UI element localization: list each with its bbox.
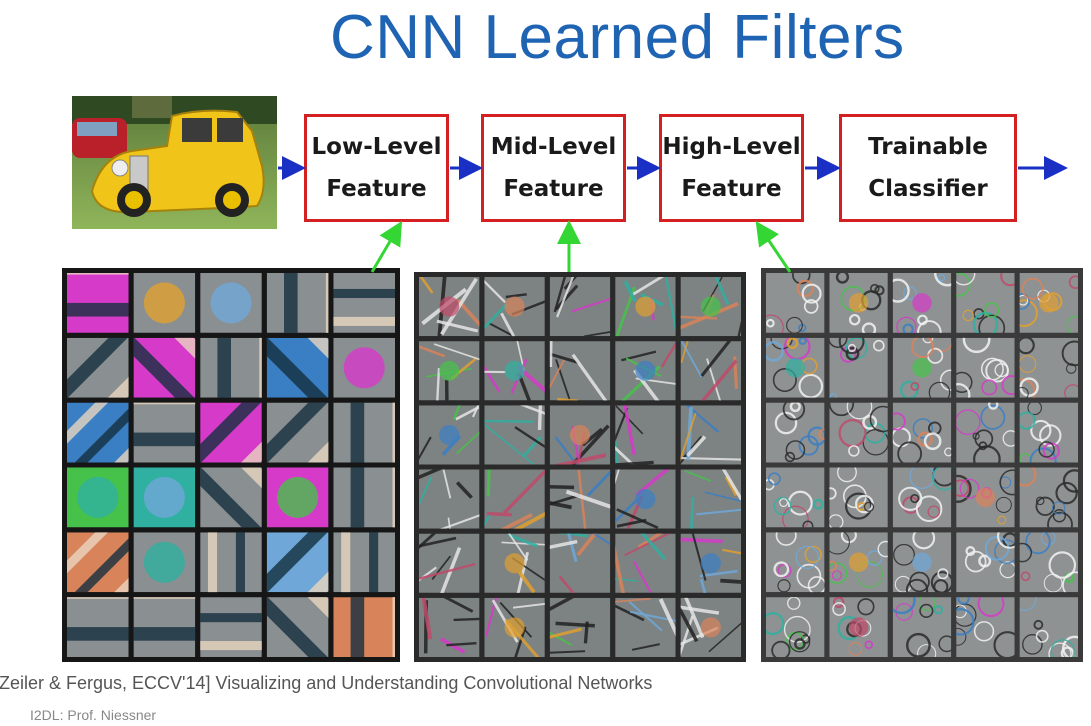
box-label: Low-Level (311, 134, 442, 160)
filter-tile (1019, 337, 1079, 398)
filter-tile (1019, 467, 1079, 528)
filter-tile (956, 402, 1015, 463)
filter-tile (419, 597, 480, 657)
filter-tile (67, 467, 129, 528)
filter-tile (200, 273, 262, 333)
filter-tile (333, 337, 395, 398)
box-label: Classifier (868, 176, 988, 202)
filter-tile (892, 532, 952, 593)
filter-tile (956, 273, 1015, 333)
high-level-filter-grid (761, 268, 1083, 662)
filter-tile (956, 337, 1015, 398)
filter-tile (766, 273, 825, 333)
box-label: Feature (326, 176, 427, 202)
filter-tile (766, 467, 825, 528)
filter-tile (419, 469, 480, 529)
page-title: CNN Learned Filters (330, 3, 905, 72)
filter-tile (1019, 532, 1079, 593)
filter-tile (829, 597, 888, 657)
box-label: High-Level (662, 134, 801, 160)
box-label: Trainable (868, 134, 988, 160)
filter-tile (829, 467, 888, 528)
feature-link-arrow (370, 220, 403, 273)
filter-tile (615, 533, 676, 593)
feature-link-arrow (755, 221, 792, 273)
box-label: Mid-Level (490, 134, 617, 160)
box-label: Feature (681, 176, 782, 202)
filter-tile (956, 532, 1015, 593)
trainable-classifier-box: Trainable Classifier (839, 114, 1017, 222)
filter-tile (892, 467, 952, 528)
mid-level-filter-grid (414, 272, 746, 662)
box-label: Feature (503, 176, 604, 202)
filter-tile (829, 532, 888, 593)
filter-tile (892, 337, 952, 398)
filter-tile (484, 469, 545, 529)
filter-tile (1019, 273, 1079, 333)
filter-tile (892, 597, 952, 657)
low-level-feature-box: Low-Level Feature (304, 114, 449, 222)
filter-tile (829, 337, 888, 398)
filter-tile (829, 273, 888, 333)
footer-text: I2DL: Prof. Niessner (30, 707, 157, 723)
filter-tile (892, 402, 952, 463)
filter-tile (766, 337, 825, 398)
filter-tile (266, 467, 329, 528)
car-input-image (72, 96, 277, 229)
filter-tile (766, 597, 825, 657)
mid-level-feature-box: Mid-Level Feature (481, 114, 626, 222)
filter-tile (766, 402, 825, 463)
filter-tile (133, 467, 196, 528)
citation-text: [Zeiler & Fergus, ECCV'14] Visualizing a… (0, 673, 653, 693)
filter-tile (133, 532, 196, 593)
filter-tile (892, 273, 952, 333)
filter-tile (766, 532, 825, 593)
filter-tile (956, 597, 1015, 657)
high-level-feature-box: High-Level Feature (659, 114, 804, 222)
filter-tile (1019, 597, 1079, 657)
low-level-filter-grid (62, 268, 400, 662)
filter-tile (956, 467, 1015, 528)
filter-tile (133, 273, 196, 333)
